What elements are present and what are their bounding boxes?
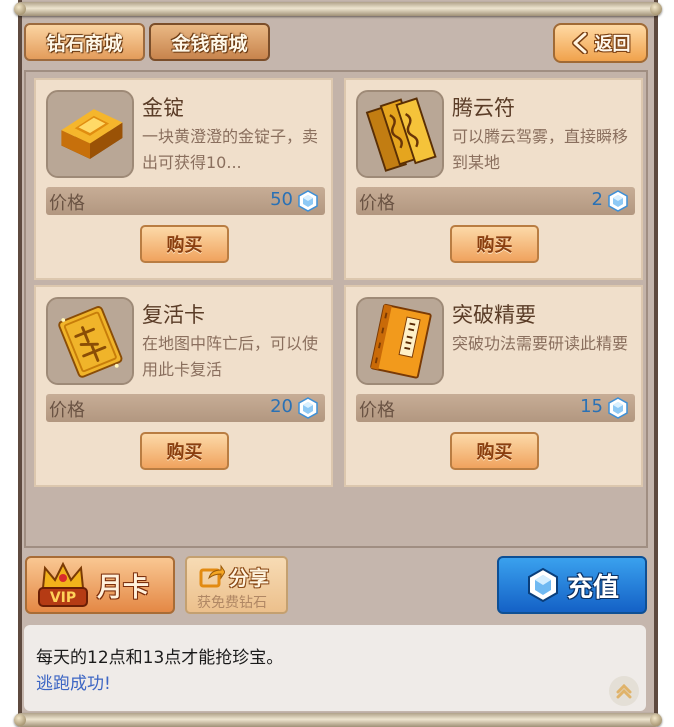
price-bar: 价格 20 bbox=[46, 394, 325, 422]
price-label: 价格 bbox=[359, 400, 395, 421]
share-button[interactable]: 分享 获免费钻石 bbox=[185, 556, 288, 614]
book-icon bbox=[356, 297, 444, 385]
message-line: 每天的12点和13点才能抢珍宝。 bbox=[36, 648, 284, 668]
svg-text:VIP: VIP bbox=[50, 590, 76, 606]
item-grid: 金锭 一块黄澄澄的金锭子，卖出可获得10... 价格 50 购买 腾云符 可以腾… bbox=[24, 70, 648, 548]
buy-button[interactable]: 购买 bbox=[140, 225, 229, 263]
tab-diamond-shop[interactable]: 钻石商城 bbox=[24, 23, 145, 61]
buy-button[interactable]: 购买 bbox=[450, 225, 539, 263]
scroll-rod-bottom bbox=[14, 713, 662, 727]
price-bar: 价格 50 bbox=[46, 187, 325, 215]
price-value: 2 bbox=[591, 189, 603, 210]
recharge-button[interactable]: 充值 bbox=[497, 556, 647, 614]
price-label: 价格 bbox=[49, 400, 85, 421]
item-description: 在地图中阵亡后，可以使用此卡复活 bbox=[142, 334, 319, 379]
price-value: 50 bbox=[270, 189, 293, 210]
price-label: 价格 bbox=[49, 193, 85, 214]
item-card-breakthrough-book: 突破精要 突破功法需要研读此精要 价格 15 购买 bbox=[344, 285, 643, 487]
item-description: 突破功法需要研读此精要 bbox=[452, 334, 629, 353]
month-card-label: 月卡 bbox=[97, 572, 150, 603]
item-name: 突破精要 bbox=[452, 303, 536, 327]
price-bar: 价格 2 bbox=[356, 187, 635, 215]
tab-gold-shop[interactable]: 金钱商城 bbox=[149, 23, 270, 61]
share-label: 分享 bbox=[229, 566, 269, 590]
diamond-icon bbox=[298, 397, 318, 419]
diamond-icon bbox=[608, 397, 628, 419]
message-log: 每天的12点和13点才能抢珍宝。 逃跑成功! bbox=[24, 625, 646, 711]
diamond-icon bbox=[298, 190, 318, 212]
chevron-up-icon bbox=[616, 683, 632, 699]
item-card-revive: 复活卡 在地图中阵亡后，可以使用此卡复活 价格 20 购买 bbox=[34, 285, 333, 487]
back-button-label: 返回 bbox=[594, 34, 631, 55]
revive-card-icon bbox=[46, 297, 134, 385]
talisman-icon bbox=[356, 90, 444, 178]
price-bar: 价格 15 bbox=[356, 394, 635, 422]
chevron-left-icon bbox=[571, 32, 588, 54]
recharge-label: 充值 bbox=[566, 572, 619, 603]
vip-crown-icon: VIP bbox=[38, 561, 88, 607]
back-button[interactable]: 返回 bbox=[553, 23, 648, 63]
item-card-talisman: 腾云符 可以腾云驾雾，直接瞬移到某地 价格 2 购买 bbox=[344, 78, 643, 280]
price-value: 20 bbox=[270, 396, 293, 417]
item-name: 腾云符 bbox=[452, 96, 515, 120]
share-icon bbox=[199, 564, 225, 588]
diamond-icon bbox=[608, 190, 628, 212]
price-label: 价格 bbox=[359, 193, 395, 214]
item-name: 金锭 bbox=[142, 96, 184, 120]
item-card-gold-ingot: 金锭 一块黄澄澄的金锭子，卖出可获得10... 价格 50 购买 bbox=[34, 78, 333, 280]
month-card-button[interactable]: VIP 月卡 bbox=[25, 556, 175, 614]
scroll-up-button[interactable] bbox=[609, 676, 639, 706]
gold-ingot-icon bbox=[46, 90, 134, 178]
message-line: 逃跑成功! bbox=[36, 674, 111, 694]
share-subtitle: 获免费钻石 bbox=[197, 595, 267, 611]
item-description: 一块黄澄澄的金锭子，卖出可获得10... bbox=[142, 127, 319, 172]
buy-button[interactable]: 购买 bbox=[450, 432, 539, 470]
buy-button[interactable]: 购买 bbox=[140, 432, 229, 470]
diamond-icon bbox=[527, 567, 558, 603]
price-value: 15 bbox=[580, 396, 603, 417]
item-description: 可以腾云驾雾，直接瞬移到某地 bbox=[452, 127, 629, 172]
item-name: 复活卡 bbox=[142, 303, 205, 327]
scroll-rod-top bbox=[14, 2, 662, 16]
